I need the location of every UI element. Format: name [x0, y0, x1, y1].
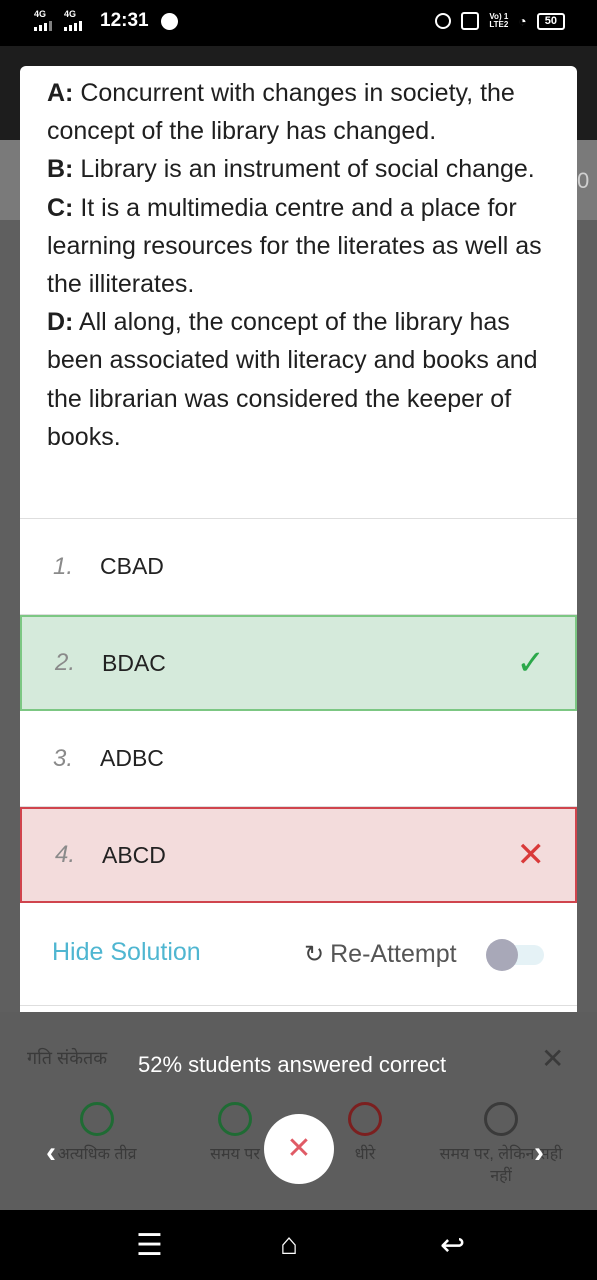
background-counter: 0 [577, 168, 590, 193]
vibrate-icon [461, 12, 480, 30]
signal-icon-2: 4G [64, 9, 88, 31]
status-bar: 4G 4G 12:31 Vo) 1 LTE2 ◔ 50 [0, 0, 597, 46]
statement-text: All along, the concept of the library ha… [47, 308, 538, 451]
statement-key: A: [47, 79, 74, 107]
signal-icon: 4G [34, 9, 58, 31]
check-icon: ✓ [516, 644, 546, 682]
reattempt-toggle[interactable] [486, 939, 544, 971]
statement-b: B: Library is an instrument of social ch… [47, 150, 551, 188]
option-text: CBAD [100, 553, 164, 579]
statement-c: C: It is a multimedia centre and a place… [47, 189, 551, 304]
speed-fast[interactable]: अत्यधिक तीव्र [42, 1102, 152, 1164]
option-text: ABCD [102, 841, 166, 868]
wifi-icon: ◔ [518, 13, 527, 29]
statement-a: A: Concurrent with changes in society, t… [47, 74, 551, 150]
speed-ontime-wrong[interactable]: समय पर, लेकिन सही नहीं [436, 1102, 566, 1186]
hide-solution-link[interactable]: Hide Solution [52, 938, 201, 967]
solution-card: A: Concurrent with changes in society, t… [20, 66, 577, 1026]
option-text: BDAC [102, 649, 166, 676]
option-4-wrong[interactable]: 4. ABCD ✕ [20, 807, 577, 903]
statement-key: B: [47, 155, 74, 184]
slow-smiley-icon [348, 1102, 382, 1136]
toggle-knob [486, 939, 518, 971]
speed-label: समय पर [210, 1146, 260, 1163]
cross-icon: ✕ [516, 836, 546, 874]
menu-icon[interactable]: ☰ [136, 1228, 163, 1263]
close-modal-button[interactable]: ✕ [264, 1114, 334, 1184]
statement-text: Concurrent with changes in society, the … [47, 79, 515, 146]
next-arrow-icon[interactable]: › [534, 1136, 544, 1170]
option-number: 3. [53, 744, 74, 772]
app-notification-icon [160, 12, 178, 30]
previous-arrow-icon[interactable]: ‹ [46, 1136, 56, 1170]
statement-text: It is a multimedia centre and a place fo… [47, 193, 542, 299]
statement-d: D: All along, the concept of the library… [47, 303, 551, 456]
option-number: 2. [55, 649, 76, 676]
option-1[interactable]: 1. CBAD [20, 519, 577, 615]
option-text: ADBC [100, 745, 164, 771]
question-statements: A: Concurrent with changes in society, t… [20, 66, 577, 456]
network-type-1: 4G [34, 9, 47, 19]
back-icon[interactable]: ↩ [440, 1228, 465, 1263]
statement-text: Library is an instrument of social chang… [73, 155, 535, 184]
statement-key: D: [47, 308, 74, 337]
system-nav-bar: ☰ ⌂ ↩ [0, 1210, 597, 1280]
option-number: 4. [55, 841, 76, 868]
clock: 12:31 [100, 10, 149, 31]
option-2-correct[interactable]: 2. BDAC ✓ [20, 615, 577, 711]
home-icon[interactable]: ⌂ [280, 1228, 298, 1262]
close-icon[interactable]: ✕ [541, 1042, 564, 1075]
volte-indicator: Vo) 1 LTE2 [489, 12, 509, 29]
speed-slow[interactable]: धीरे [330, 1102, 400, 1164]
reattempt-label: Re-Attempt [330, 940, 457, 968]
feedback-sheet: गति संकेतक 52% students answered correct… [0, 1012, 597, 1210]
speed-label: अत्यधिक तीव्र [57, 1146, 137, 1163]
alarm-icon [435, 13, 452, 29]
statement-key: C: [47, 193, 74, 222]
timer-smiley-icon [484, 1102, 518, 1136]
answer-options: 1. CBAD 2. BDAC ✓ 3. ADBC 4. ABCD ✕ [20, 518, 577, 903]
answered-correct-stat: 52% students answered correct [138, 1052, 447, 1077]
solution-actions: Hide Solution ↻ Re-Attempt [20, 904, 577, 1006]
option-3[interactable]: 3. ADBC [20, 711, 577, 807]
speed-indicator-title: गति संकेतक [27, 1048, 108, 1068]
speed-label: धीरे [354, 1146, 376, 1163]
network-type-2: 4G [64, 9, 77, 19]
ontime-smiley-icon [218, 1102, 252, 1136]
battery-indicator: 50 [536, 12, 565, 30]
refresh-icon: ↻ [304, 941, 325, 968]
reattempt-button[interactable]: ↻ Re-Attempt [304, 940, 457, 969]
option-number: 1. [53, 552, 74, 580]
fast-smiley-icon [80, 1102, 114, 1136]
